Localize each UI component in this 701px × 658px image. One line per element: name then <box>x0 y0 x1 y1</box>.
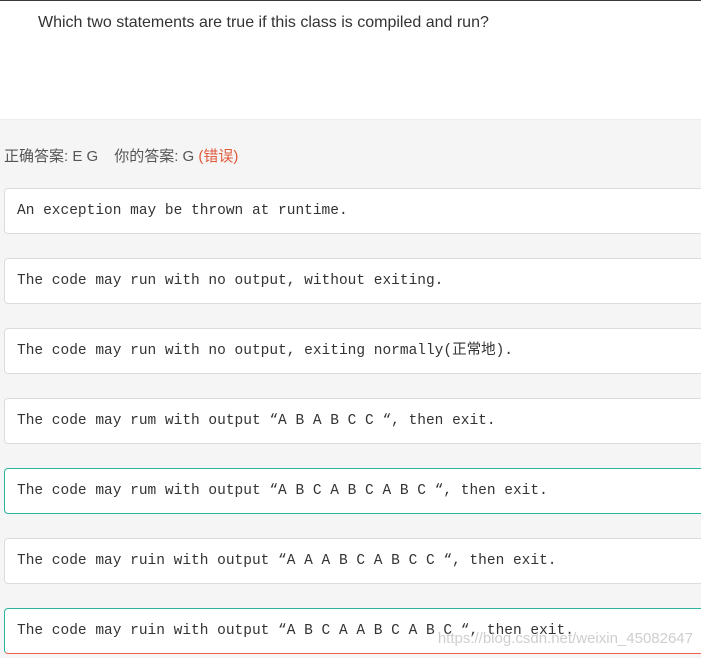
option-b[interactable]: The code may run with no output, without… <box>4 258 701 304</box>
option-e[interactable]: The code may rum with output “A B C A B … <box>4 468 701 514</box>
option-text: The code may rum with output “A B A B C … <box>17 399 496 443</box>
option-text: The code may run with no output, exiting… <box>17 329 513 373</box>
question-text: Which two statements are true if this cl… <box>38 14 489 32</box>
option-f[interactable]: The code may ruin with output “A A A B C… <box>4 538 701 584</box>
option-d[interactable]: The code may rum with output “A B A B C … <box>4 398 701 444</box>
option-text: The code may ruin with output “A A A B C… <box>17 539 557 583</box>
correct-answer-label: 正确答案: E G <box>4 148 98 165</box>
wrong-status-badge: (错误) <box>198 148 238 165</box>
option-text: The code may rum with output “A B C A B … <box>17 469 548 513</box>
option-text: An exception may be thrown at runtime. <box>17 189 348 233</box>
option-c[interactable]: The code may run with no output, exiting… <box>4 328 701 374</box>
option-a[interactable]: An exception may be thrown at runtime. <box>4 188 701 234</box>
option-text: The code may ruin with output “A B C A A… <box>17 609 574 653</box>
answer-summary: 正确答案: E G 你的答案: G (错误) <box>4 145 238 166</box>
top-divider <box>0 0 701 1</box>
your-answer-label: 你的答案: G <box>114 148 194 165</box>
option-text: The code may run with no output, without… <box>17 259 443 303</box>
option-g[interactable]: The code may ruin with output “A B C A A… <box>4 608 701 654</box>
